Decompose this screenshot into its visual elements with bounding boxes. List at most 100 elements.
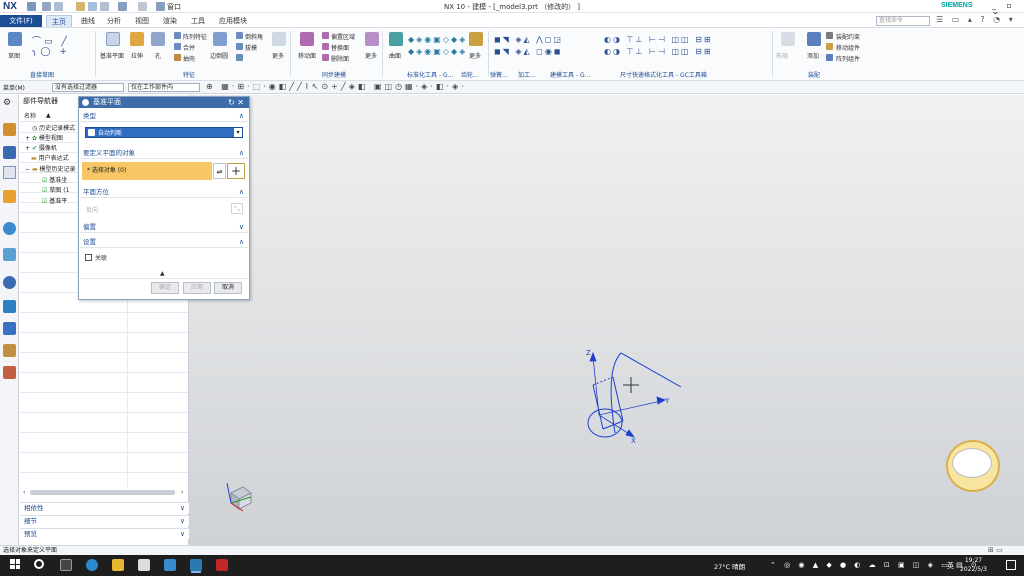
replace-face-icon[interactable] xyxy=(322,43,329,50)
pattern-icon[interactable] xyxy=(174,32,181,39)
edge-browser-icon[interactable] xyxy=(86,559,98,571)
model-graphics[interactable]: Z Y X xyxy=(189,95,1024,545)
store-icon[interactable] xyxy=(138,559,150,571)
section-objects[interactable]: 要定义平面的对象 ∧ xyxy=(80,148,248,159)
chamfer-button[interactable]: 倒斜角 xyxy=(245,32,263,41)
history-icon[interactable] xyxy=(3,248,16,261)
tree-node[interactable]: ☑ 基准平 xyxy=(42,197,67,206)
assembly-navigator-icon[interactable] xyxy=(3,123,16,136)
app-taskbar-icon[interactable] xyxy=(216,559,228,571)
sketch-button[interactable]: 草图 xyxy=(8,51,20,60)
dropdown-arrow-icon[interactable]: ▾ xyxy=(234,128,242,137)
tab-home[interactable]: 主页 xyxy=(46,15,72,27)
more-features-icon[interactable] xyxy=(272,32,286,46)
scrollbar-thumb[interactable] xyxy=(30,490,175,495)
apply-button[interactable]: 应用 xyxy=(183,282,211,294)
menu-button[interactable]: 菜单(M) xyxy=(3,83,25,92)
preview-panel[interactable]: 预览 ∨ xyxy=(20,528,189,539)
dialog-controls[interactable]: ↻ ✕ xyxy=(228,97,244,108)
add-component-icon[interactable] xyxy=(807,32,821,46)
pattern-component-button[interactable]: 阵列组件 xyxy=(836,54,860,63)
extrude-button[interactable]: 拉伸 xyxy=(131,51,143,60)
extrude-icon[interactable] xyxy=(130,32,144,46)
more-std-button[interactable]: 更多 xyxy=(469,51,481,60)
hole-icon[interactable] xyxy=(151,32,165,46)
layout-button[interactable]: 布局 xyxy=(776,51,788,60)
reset-icon[interactable]: ↻ xyxy=(228,98,237,107)
shell2-icon[interactable] xyxy=(236,54,243,61)
tree-node[interactable]: − ▬ 模型历史记录 xyxy=(25,165,76,174)
task-view-icon[interactable] xyxy=(60,559,72,571)
move-face-button[interactable]: 移动面 xyxy=(298,51,316,60)
delete-face-icon[interactable] xyxy=(322,54,329,61)
shell-button[interactable]: 抽壳 xyxy=(183,54,195,63)
roles-icon[interactable] xyxy=(3,322,16,335)
tree-node[interactable]: ◷ 历史记录模式 xyxy=(32,124,75,133)
tree-node[interactable]: + ✔ 摄像机 xyxy=(25,144,57,153)
surface-button[interactable]: 曲面 xyxy=(389,51,401,60)
unite-icon[interactable] xyxy=(174,43,181,50)
delete-face-button[interactable]: 删除面 xyxy=(331,54,349,63)
standard-tools[interactable]: ◆◈◉▣◇◆◈ ◆◈◉▣◇◆◈ xyxy=(408,34,467,58)
more-features-button[interactable]: 更多 xyxy=(272,51,284,60)
more-std-icon[interactable] xyxy=(469,32,483,46)
draft-button[interactable]: 拔模 xyxy=(245,43,257,52)
sketch-curve-tools[interactable]: ⌒▭ ╱ ╮◯ + xyxy=(32,34,70,57)
assembly-constraints-button[interactable]: 装配约束 xyxy=(836,32,860,41)
close-icon[interactable]: ✕ xyxy=(237,98,244,107)
spring-machining-tools[interactable]: ◼◥ ◈◭ ⋀◻◲ ◼◥ ◈◭ ◻◉◼ xyxy=(494,34,563,58)
tab-applications[interactable]: 应用模块 xyxy=(214,15,252,27)
move-component-button[interactable]: 移动组件 xyxy=(836,43,860,52)
pattern-component-icon[interactable] xyxy=(826,54,833,61)
reuse-library-icon[interactable] xyxy=(3,190,16,203)
nx-taskbar-icon[interactable] xyxy=(190,559,202,571)
tree-node[interactable]: ☑ 基准坐 xyxy=(42,176,67,185)
tree-node[interactable]: + ✿ 模型视图 xyxy=(25,134,63,143)
dimension-tools[interactable]: ◐◑ ⊤⊥ ⊢⊣ ◫◫ ⊟⊞ ◐◑ ⊤⊥ ⊢⊣ ◫◫ ⊟⊞ xyxy=(604,34,713,58)
snap-toolbar-icons[interactable]: ⊕ ▦·⊞·⬚·◉◧╱╱⌇↖⊙+╱◈◧ ▣◫◷▦·◈·◧·◈· xyxy=(206,82,467,91)
process-studio-icon[interactable] xyxy=(3,300,16,313)
offset-region-button[interactable]: 偏置区域 xyxy=(331,32,355,41)
surface-icon[interactable] xyxy=(389,32,403,46)
dialog-gear-icon[interactable] xyxy=(82,99,89,106)
file-menu[interactable]: 文件(F) xyxy=(0,15,42,27)
point-dialog-icon[interactable]: + xyxy=(227,163,245,179)
more-sync-icon[interactable] xyxy=(365,32,379,46)
input-method-indicator[interactable]: 英 xyxy=(947,561,954,571)
search-icon[interactable] xyxy=(34,559,44,569)
part-navigator-icon[interactable] xyxy=(3,166,16,179)
hole-button[interactable]: 孔 xyxy=(155,51,161,60)
weather-widget[interactable]: 27°C 晴朗 xyxy=(714,561,745,571)
move-component-icon[interactable] xyxy=(826,43,833,50)
tab-curve[interactable]: 曲线 xyxy=(76,15,100,27)
ok-button[interactable]: 确定 xyxy=(151,282,179,294)
more-sync-button[interactable]: 更多 xyxy=(365,51,377,60)
type-filter-dropdown[interactable]: 没有选择过滤器 xyxy=(52,83,124,92)
associative-checkbox[interactable] xyxy=(85,254,92,261)
move-face-icon[interactable] xyxy=(300,32,314,46)
shell-icon[interactable] xyxy=(174,54,181,61)
tree-node[interactable]: ☑ 草图 (1 xyxy=(42,186,69,195)
section-type[interactable]: 类型 ∧ xyxy=(80,111,248,122)
scroll-right-icon[interactable]: › xyxy=(181,489,183,496)
replace-face-button[interactable]: 替换面 xyxy=(331,43,349,52)
section-settings[interactable]: 设置 ∧ xyxy=(80,237,248,248)
tab-tools[interactable]: 工具 xyxy=(186,15,210,27)
dependencies-panel[interactable]: 相依性 ∨ xyxy=(20,502,189,513)
tab-analysis[interactable]: 分析 xyxy=(102,15,126,27)
edge-blend-icon[interactable] xyxy=(213,32,227,46)
sort-up-icon[interactable]: ▲ xyxy=(46,112,51,119)
clock-icon[interactable] xyxy=(3,276,16,289)
edge-blend-button[interactable]: 边倒圆 xyxy=(210,51,228,60)
constraint-navigator-icon[interactable] xyxy=(3,146,16,159)
reverse-direction-icon[interactable]: ⤡ xyxy=(231,203,243,214)
assembly-constraints-icon[interactable] xyxy=(826,32,833,39)
chamfer-icon[interactable] xyxy=(236,32,243,39)
status-icons[interactable]: ⊞ ▭ xyxy=(988,546,1003,554)
system-scenes-icon[interactable] xyxy=(3,344,16,357)
reverse-selection-icon[interactable]: ⇌ xyxy=(213,163,226,179)
details-panel[interactable]: 细节 ∨ xyxy=(20,515,189,526)
section-orientation[interactable]: 平面方位 ∧ xyxy=(80,187,248,198)
tree-node[interactable]: ▬ 用户表达式 xyxy=(31,154,69,163)
tab-view[interactable]: 视图 xyxy=(130,15,154,27)
